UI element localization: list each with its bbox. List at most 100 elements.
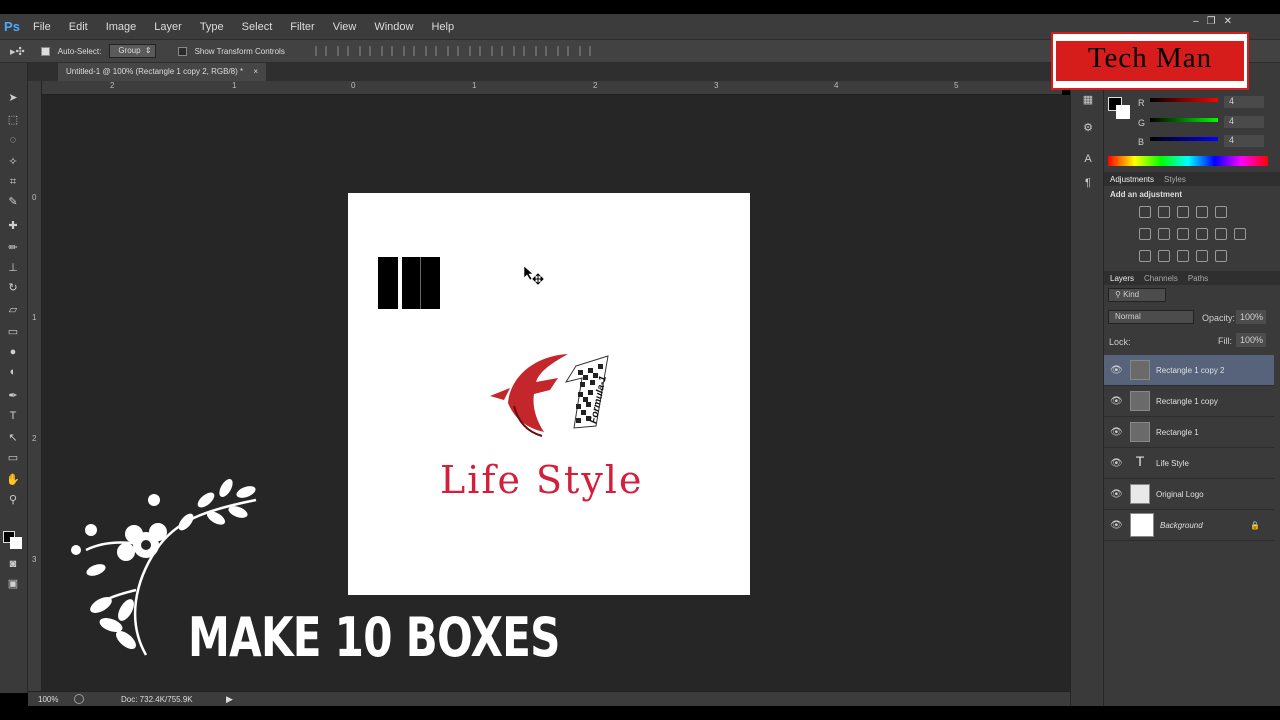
layer-row[interactable]: 👁 Rectangle 1 copy 2	[1104, 355, 1274, 386]
fill-field[interactable]: 100%	[1236, 333, 1266, 347]
screen-mode-icon[interactable]: ▣	[5, 577, 21, 591]
menu-type[interactable]: Type	[191, 21, 233, 33]
eyedropper-tool-icon[interactable]: ✎	[5, 195, 21, 209]
auto-select-checkbox[interactable]	[40, 46, 50, 57]
posterize-icon[interactable]	[1158, 250, 1170, 262]
formula1-logo[interactable]: Formula-1	[488, 348, 613, 443]
menu-select[interactable]: Select	[233, 21, 282, 33]
visibility-eye-icon[interactable]: 👁	[1110, 458, 1123, 469]
menu-view[interactable]: View	[324, 21, 366, 33]
black-white-icon[interactable]	[1177, 228, 1189, 240]
curves-icon[interactable]	[1177, 206, 1189, 218]
layer-row[interactable]: 👁 Rectangle 1	[1104, 417, 1274, 448]
path-select-tool-icon[interactable]: ↖	[5, 431, 21, 445]
red-slider[interactable]	[1150, 98, 1218, 102]
menu-layer[interactable]: Layer	[145, 21, 191, 33]
marquee-tool-icon[interactable]: ⬚	[5, 113, 21, 127]
blend-mode-select[interactable]: Normal	[1108, 310, 1194, 324]
color-balance-icon[interactable]	[1158, 228, 1170, 240]
status-info-icon[interactable]	[74, 694, 84, 704]
auto-align-icon[interactable]	[578, 46, 591, 56]
black-rectangle-3[interactable]	[420, 257, 440, 309]
crop-tool-icon[interactable]: ⌗	[5, 175, 21, 189]
layer-row[interactable]: 👁 T Life Style	[1104, 448, 1274, 479]
align-left-icon[interactable]	[380, 46, 393, 56]
move-tool-icon[interactable]: ▸✣	[10, 45, 25, 58]
panel-background-swatch[interactable]	[1116, 105, 1130, 119]
quick-select-tool-icon[interactable]: ✧	[5, 155, 21, 169]
blue-value-field[interactable]: 4	[1224, 135, 1264, 147]
horizontal-ruler[interactable]: 2 1 0 1 2 3 4 5	[42, 81, 1062, 95]
background-color-swatch[interactable]	[10, 537, 22, 549]
tab-channels[interactable]: Channels	[1144, 274, 1178, 283]
paragraph-panel-icon[interactable]: ¶	[1081, 177, 1095, 191]
layer-row[interactable]: 👁 Background 🔒	[1104, 510, 1274, 541]
green-value-field[interactable]: 4	[1224, 116, 1264, 128]
distribute-vcenter-icon[interactable]	[468, 46, 481, 56]
tab-paths[interactable]: Paths	[1188, 274, 1208, 283]
distribute-right-icon[interactable]	[556, 46, 569, 56]
tab-layers[interactable]: Layers	[1110, 274, 1134, 283]
adjust-panel-icon[interactable]: ⚙	[1081, 121, 1095, 135]
opacity-field[interactable]: 100%	[1236, 310, 1266, 324]
visibility-eye-icon[interactable]: 👁	[1110, 427, 1123, 438]
photoshop-logo[interactable]: Ps	[0, 14, 24, 39]
close-tab-icon[interactable]: ×	[253, 67, 258, 76]
close-button[interactable]: ✕	[1224, 16, 1232, 27]
status-menu-arrow-icon[interactable]: ▶	[226, 694, 233, 705]
tab-styles[interactable]: Styles	[1164, 175, 1186, 184]
minimize-button[interactable]: –	[1193, 16, 1199, 27]
life-style-text[interactable]: Life Style	[440, 458, 643, 502]
visibility-eye-icon[interactable]: 👁	[1110, 396, 1123, 407]
layer-row[interactable]: 👁 Rectangle 1 copy	[1104, 386, 1274, 417]
visibility-eye-icon[interactable]: 👁	[1110, 520, 1123, 531]
levels-icon[interactable]	[1158, 206, 1170, 218]
eraser-tool-icon[interactable]: ▱	[5, 303, 21, 317]
brush-tool-icon[interactable]: ✏	[5, 241, 21, 255]
menu-image[interactable]: Image	[97, 21, 146, 33]
green-slider[interactable]	[1150, 118, 1218, 122]
distribute-top-icon[interactable]	[446, 46, 459, 56]
lasso-tool-icon[interactable]: ◌	[5, 133, 21, 147]
menu-edit[interactable]: Edit	[60, 21, 97, 33]
character-panel-icon[interactable]: A	[1081, 153, 1095, 167]
vertical-ruler[interactable]: 0 1 2 3	[28, 81, 42, 691]
rectangle-tool-icon[interactable]: ▭	[5, 451, 21, 465]
show-transform-checkbox[interactable]	[177, 46, 187, 57]
color-spectrum-bar[interactable]	[1108, 156, 1268, 166]
zoom-level[interactable]: 100%	[38, 695, 58, 704]
history-panel-icon[interactable]: ▦	[1081, 93, 1095, 107]
pen-tool-icon[interactable]: ✒	[5, 389, 21, 403]
invert-icon[interactable]	[1139, 250, 1151, 262]
brightness-icon[interactable]	[1139, 206, 1151, 218]
threshold-icon[interactable]	[1177, 250, 1189, 262]
visibility-eye-icon[interactable]: 👁	[1110, 365, 1123, 376]
align-bottom-icon[interactable]	[358, 46, 371, 56]
gradient-tool-icon[interactable]: ▭	[5, 325, 21, 339]
channel-mixer-icon[interactable]	[1215, 228, 1227, 240]
distribute-hcenter-icon[interactable]	[534, 46, 547, 56]
layer-row[interactable]: 👁 Original Logo	[1104, 479, 1274, 510]
black-rectangle-1[interactable]	[378, 257, 398, 309]
restore-button[interactable]: ❐	[1207, 16, 1216, 27]
distribute-bottom-icon[interactable]	[490, 46, 503, 56]
gradient-map-icon[interactable]	[1196, 250, 1208, 262]
exposure-icon[interactable]	[1196, 206, 1208, 218]
align-vcenter-icon[interactable]	[336, 46, 349, 56]
history-brush-tool-icon[interactable]: ↻	[5, 281, 21, 295]
blur-tool-icon[interactable]: ●	[5, 345, 21, 359]
auto-select-dropdown[interactable]: Group ⇕	[109, 44, 156, 58]
distribute-left-icon[interactable]	[512, 46, 525, 56]
red-value-field[interactable]: 4	[1224, 96, 1264, 108]
type-tool-icon[interactable]: T	[5, 409, 21, 423]
selective-color-icon[interactable]	[1215, 250, 1227, 262]
zoom-tool-icon[interactable]: ⚲	[5, 493, 21, 507]
tab-adjustments[interactable]: Adjustments	[1110, 175, 1154, 184]
visibility-eye-icon[interactable]: 👁	[1110, 489, 1123, 500]
blue-slider[interactable]	[1150, 137, 1218, 141]
menu-window[interactable]: Window	[365, 21, 422, 33]
menu-help[interactable]: Help	[422, 21, 463, 33]
layer-kind-filter[interactable]: ⚲ Kind	[1108, 288, 1166, 302]
document-canvas[interactable]: Formula-1	[348, 193, 750, 595]
menu-file[interactable]: File	[24, 21, 60, 33]
